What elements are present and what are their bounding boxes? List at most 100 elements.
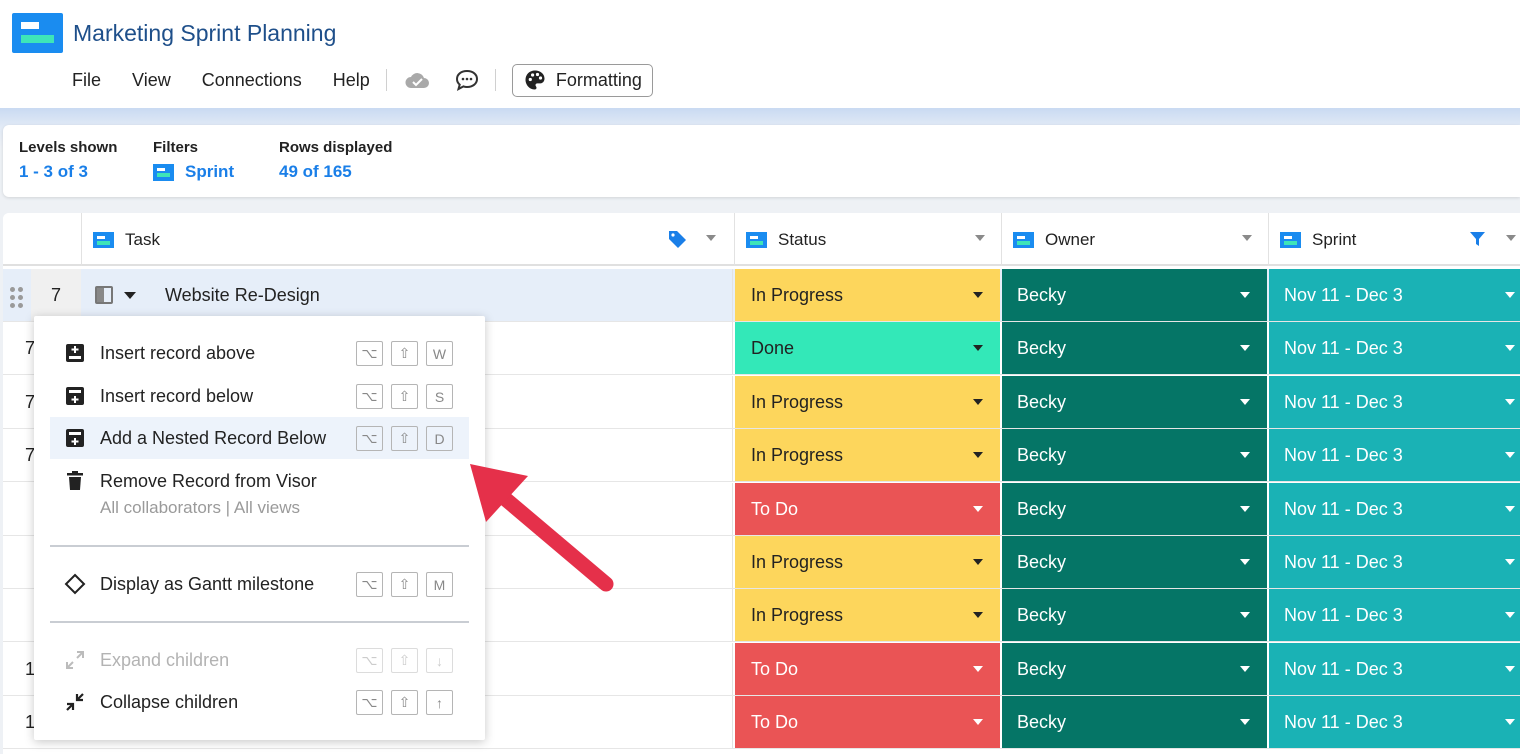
status-value: In Progress: [751, 444, 844, 465]
chevron-down-icon: [1240, 559, 1250, 565]
status-dropdown[interactable]: To Do: [735, 643, 1000, 695]
chevron-down-icon[interactable]: [975, 235, 985, 241]
sprint-dropdown[interactable]: Nov 11 - Dec 3: [1269, 483, 1520, 535]
menu-insert-record-above[interactable]: Insert record above ⌥ ⇧ W: [50, 332, 469, 374]
menubar: File View Connections Help Formatting: [72, 63, 653, 97]
chevron-down-icon: [1505, 666, 1515, 672]
chevron-down-icon: [973, 666, 983, 672]
insert-above-icon: [50, 343, 100, 363]
chevron-down-icon[interactable]: [1506, 235, 1516, 241]
chevron-down-icon: [1505, 559, 1515, 565]
chevron-down-icon: [1240, 292, 1250, 298]
option-key: ⌥: [356, 648, 383, 673]
status-dropdown[interactable]: To Do: [735, 696, 1000, 748]
owner-dropdown[interactable]: Becky: [1002, 536, 1267, 588]
sprint-dropdown[interactable]: Nov 11 - Dec 3: [1269, 429, 1520, 481]
status-dropdown[interactable]: In Progress: [735, 376, 1000, 428]
menu-gantt-milestone[interactable]: Display as Gantt milestone ⌥ ⇧ M: [50, 563, 469, 605]
cloud-icon[interactable]: [403, 66, 431, 94]
rows-value: 49 of 165: [279, 162, 352, 181]
table-row[interactable]: 7 Website Re-Design In Progress Becky Nov 11…: [3, 269, 1520, 322]
sprint-dropdown[interactable]: Nov 11 - Dec 3: [1269, 643, 1520, 695]
sprint-dropdown[interactable]: Nov 11 - Dec 3: [1269, 696, 1520, 748]
owner-dropdown[interactable]: Becky: [1002, 429, 1267, 481]
arrow-key: ↑: [426, 690, 453, 715]
keyboard-shortcut: ⌥ ⇧ ↑: [348, 690, 453, 715]
menu-insert-record-below[interactable]: Insert record below ⌥ ⇧ S: [50, 375, 469, 417]
owner-value: Becky: [1017, 391, 1067, 412]
chevron-down-icon[interactable]: [706, 235, 716, 241]
menu-expand-children[interactable]: Expand children ⌥ ⇧ ↓: [50, 639, 469, 681]
drag-handle-icon[interactable]: [10, 287, 23, 308]
sprint-value: Nov 11 - Dec 3: [1284, 658, 1403, 679]
chevron-down-icon: [973, 399, 983, 405]
chevron-down-icon[interactable]: [124, 292, 136, 299]
sheet-source-icon: [1280, 231, 1301, 248]
status-value: To Do: [751, 498, 799, 519]
sprint-dropdown[interactable]: Nov 11 - Dec 3: [1269, 322, 1520, 374]
menu-view[interactable]: View: [132, 70, 171, 91]
owner-dropdown[interactable]: Becky: [1002, 376, 1267, 428]
sprint-dropdown[interactable]: Nov 11 - Dec 3: [1269, 376, 1520, 428]
menu-add-nested-record[interactable]: Add a Nested Record Below ⌥ ⇧ D: [50, 417, 469, 459]
menu-label: Insert record below: [100, 385, 254, 406]
status-dropdown[interactable]: In Progress: [735, 429, 1000, 481]
owner-dropdown[interactable]: Becky: [1002, 483, 1267, 535]
sprint-dropdown[interactable]: Nov 11 - Dec 3: [1269, 536, 1520, 588]
sheet-source-icon: [1013, 231, 1034, 248]
option-key: ⌥: [356, 384, 383, 409]
status-dropdown[interactable]: To Do: [735, 483, 1000, 535]
owner-dropdown[interactable]: Becky: [1002, 322, 1267, 374]
formatting-button[interactable]: Formatting: [511, 63, 653, 97]
status-value: To Do: [751, 711, 799, 732]
collapse-icon: [50, 692, 100, 712]
menu-label: Remove Record from Visor: [100, 470, 317, 491]
owner-dropdown[interactable]: Becky: [1002, 269, 1267, 321]
owner-dropdown[interactable]: Becky: [1002, 643, 1267, 695]
nested-record-icon: [50, 428, 100, 448]
column-header-status[interactable]: Status: [735, 213, 1002, 266]
chevron-down-icon: [1240, 399, 1250, 405]
sprint-value: Nov 11 - Dec 3: [1284, 604, 1403, 625]
menu-remove-record[interactable]: Remove Record from Visor: [50, 460, 469, 502]
sheet-source-icon: [746, 231, 767, 248]
levels-value: 1 - 3 of 3: [19, 162, 88, 181]
sprint-dropdown[interactable]: Nov 11 - Dec 3: [1269, 589, 1520, 641]
status-dropdown[interactable]: Done: [735, 322, 1000, 374]
status-dropdown[interactable]: In Progress: [735, 269, 1000, 321]
menu-collapse-children[interactable]: Collapse children ⌥ ⇧ ↑: [50, 681, 469, 723]
sprint-value: Nov 11 - Dec 3: [1284, 337, 1403, 358]
owner-dropdown[interactable]: Becky: [1002, 696, 1267, 748]
sprint-dropdown[interactable]: Nov 11 - Dec 3: [1269, 269, 1520, 321]
menu-file[interactable]: File: [72, 70, 101, 91]
comment-icon[interactable]: [453, 66, 481, 94]
menu-label: Collapse children: [100, 691, 239, 712]
levels-stat[interactable]: Levels shown 1 - 3 of 3: [19, 139, 117, 182]
menu-help[interactable]: Help: [333, 70, 370, 91]
owner-dropdown[interactable]: Becky: [1002, 589, 1267, 641]
diamond-icon: [50, 573, 100, 595]
task-cell[interactable]: Website Re-Design: [10, 269, 733, 321]
menu-remove-scope: All collaborators | All views: [100, 498, 300, 517]
column-header-sprint[interactable]: Sprint: [1269, 213, 1520, 266]
filters-label: Filters: [153, 139, 199, 156]
column-header-task[interactable]: Task: [82, 213, 735, 266]
status-dropdown[interactable]: In Progress: [735, 536, 1000, 588]
insert-below-icon: [50, 386, 100, 406]
chevron-down-icon[interactable]: [1242, 235, 1252, 241]
chevron-down-icon: [1240, 666, 1250, 672]
column-title-owner: Owner: [1045, 229, 1096, 249]
document-title[interactable]: Marketing Sprint Planning: [73, 20, 336, 47]
rows-stat[interactable]: Rows displayed 49 of 165: [279, 139, 392, 182]
tag-icon[interactable]: [668, 230, 687, 254]
shift-key: ⇧: [391, 384, 418, 409]
status-dropdown[interactable]: In Progress: [735, 589, 1000, 641]
keyboard-shortcut: ⌥ ⇧ S: [348, 384, 453, 409]
menu-connections[interactable]: Connections: [202, 70, 302, 91]
grid-header: Task Status Owner Sprint: [3, 213, 1520, 266]
column-header-owner[interactable]: Owner: [1002, 213, 1269, 266]
record-panel-icon[interactable]: [95, 286, 113, 304]
filter-icon[interactable]: [1469, 231, 1486, 253]
filters-stat[interactable]: Filters Sprint: [153, 139, 234, 182]
keyboard-shortcut: ⌥ ⇧ W: [348, 341, 453, 366]
